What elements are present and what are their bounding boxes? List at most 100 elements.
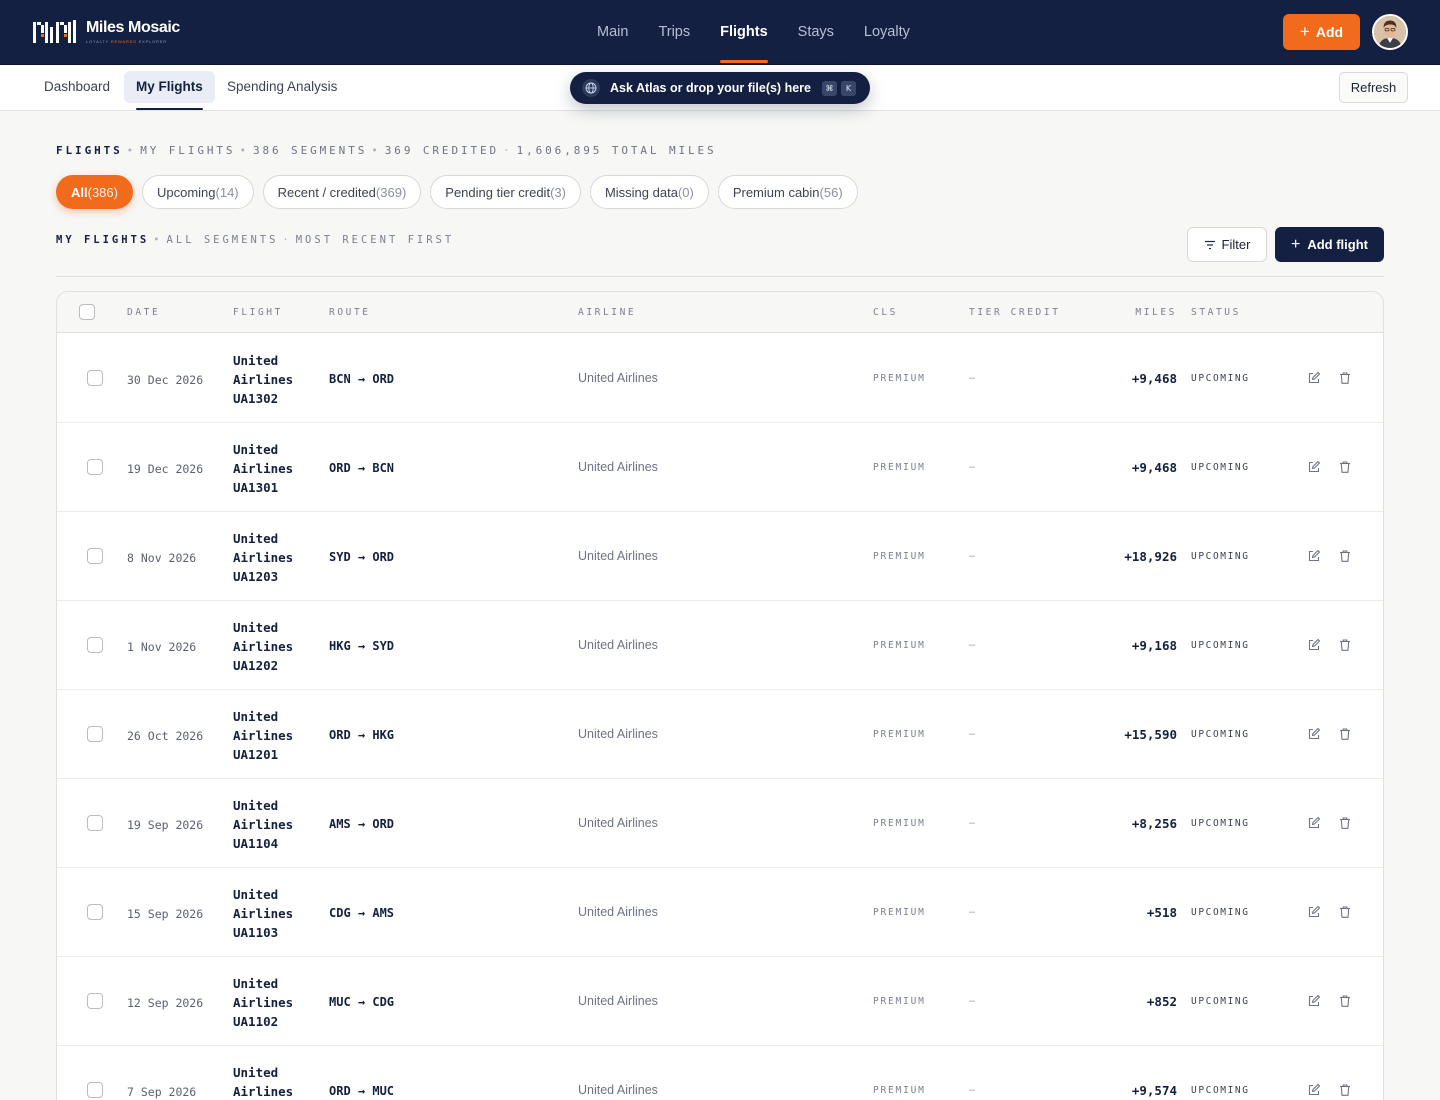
chip-missing-data[interactable]: Missing data (0) — [589, 175, 709, 209]
row-checkbox[interactable] — [87, 1082, 103, 1098]
trash-icon[interactable] — [1338, 460, 1354, 476]
table-row[interactable]: 8 Nov 2026 United Airlines UA1203 SYD → … — [57, 512, 1383, 601]
edit-icon[interactable] — [1307, 994, 1323, 1010]
trash-icon[interactable] — [1338, 816, 1354, 832]
row-checkbox[interactable] — [87, 815, 103, 831]
flights-table: DATE FLIGHT ROUTE AIRLINE CLS TIER CREDI… — [56, 291, 1384, 1100]
table-row[interactable]: 19 Sep 2026 United Airlines UA1104 AMS →… — [57, 779, 1383, 868]
row-flight: United Airlines UA1101 — [233, 1065, 294, 1099]
brand-tagline: LOYALTY REWARDS EXPLORER — [86, 39, 167, 44]
edit-icon[interactable] — [1307, 549, 1323, 565]
chip-upcoming[interactable]: Upcoming (14) — [141, 175, 254, 209]
summary-total-miles: 1,606,895 TOTAL MILES — [516, 144, 717, 157]
row-cabin-class: PREMIUM — [873, 640, 926, 651]
edit-icon[interactable] — [1307, 1083, 1323, 1099]
add-flight-button[interactable]: + Add flight — [1275, 227, 1384, 262]
row-status: UPCOMING — [1191, 462, 1250, 473]
row-date: 26 Oct 2026 — [127, 729, 204, 743]
table-row[interactable]: 7 Sep 2026 United Airlines UA1101 ORD → … — [57, 1046, 1383, 1100]
filter-button[interactable]: Filter — [1187, 227, 1267, 262]
table-row[interactable]: 12 Sep 2026 United Airlines UA1102 MUC →… — [57, 957, 1383, 1046]
tab-dashboard[interactable]: Dashboard — [32, 71, 122, 103]
row-status: UPCOMING — [1191, 373, 1250, 384]
nav-trips[interactable]: Trips — [643, 0, 705, 64]
edit-icon[interactable] — [1307, 816, 1323, 832]
row-checkbox[interactable] — [87, 993, 103, 1009]
row-cabin-class: PREMIUM — [873, 373, 926, 384]
col-airline[interactable]: AIRLINE — [578, 307, 636, 318]
row-checkbox[interactable] — [87, 370, 103, 386]
ask-atlas-bar[interactable]: Ask Atlas or drop your file(s) here ⌘ K — [570, 72, 870, 104]
command-key-icon: ⌘ — [821, 80, 837, 96]
col-tier-credit[interactable]: TIER CREDIT — [969, 307, 1061, 318]
tab-spending-analysis[interactable]: Spending Analysis — [215, 71, 349, 103]
nav-flights[interactable]: Flights — [705, 0, 783, 64]
trash-icon[interactable] — [1338, 371, 1354, 387]
row-route: BCN → ORD — [329, 372, 395, 386]
edit-icon[interactable] — [1307, 638, 1323, 654]
row-cabin-class: PREMIUM — [873, 818, 926, 829]
add-button[interactable]: + Add — [1283, 14, 1360, 50]
row-miles: +9,468 — [1131, 371, 1177, 386]
table-row[interactable]: 30 Dec 2026 United Airlines UA1302 BCN →… — [57, 334, 1383, 423]
row-tier-credit: – — [969, 372, 976, 384]
trash-icon[interactable] — [1338, 1083, 1354, 1099]
nav-loyalty[interactable]: Loyalty — [849, 0, 925, 64]
edit-icon[interactable] — [1307, 371, 1323, 387]
row-tier-credit: – — [969, 550, 976, 562]
row-checkbox[interactable] — [87, 637, 103, 653]
table-row[interactable]: 1 Nov 2026 United Airlines UA1202 HKG → … — [57, 601, 1383, 690]
row-airline: United Airlines — [578, 460, 658, 474]
row-tier-credit: – — [969, 1084, 976, 1096]
refresh-button[interactable]: Refresh — [1339, 72, 1408, 103]
trash-icon[interactable] — [1338, 638, 1354, 654]
table-row[interactable]: 19 Dec 2026 United Airlines UA1301 ORD →… — [57, 423, 1383, 512]
flights-summary: FLIGHTS • MY FLIGHTS • 386 SEGMENTS • 369 CRED… — [56, 144, 717, 157]
chip-premium-cabin[interactable]: Premium cabin (56) — [717, 175, 858, 209]
table-row[interactable]: 26 Oct 2026 United Airlines UA1201 ORD →… — [57, 690, 1383, 779]
row-checkbox[interactable] — [87, 904, 103, 920]
row-flight: United Airlines UA1202 — [233, 620, 294, 673]
table-row[interactable]: 15 Sep 2026 United Airlines UA1103 CDG →… — [57, 868, 1383, 957]
tab-my-flights[interactable]: My Flights — [124, 71, 215, 110]
col-route[interactable]: ROUTE — [329, 307, 371, 318]
row-miles: +852 — [1146, 994, 1177, 1009]
plus-icon: + — [1299, 22, 1310, 41]
avatar[interactable] — [1372, 14, 1408, 50]
row-status: UPCOMING — [1191, 729, 1250, 740]
trash-icon[interactable] — [1338, 905, 1354, 921]
trash-icon[interactable] — [1338, 549, 1354, 565]
chip-recent-credited[interactable]: Recent / credited (369) — [262, 175, 422, 209]
row-date: 12 Sep 2026 — [127, 996, 204, 1010]
row-checkbox[interactable] — [87, 726, 103, 742]
col-flight[interactable]: FLIGHT — [233, 307, 283, 318]
col-date[interactable]: DATE — [127, 307, 160, 318]
row-airline: United Airlines — [578, 816, 658, 830]
brand-logo[interactable]: Miles Mosaic LOYALTY REWARDS EXPLORER — [32, 16, 180, 48]
row-route: HKG → SYD — [329, 639, 395, 653]
chip-pending-tier-credit[interactable]: Pending tier credit (3) — [430, 175, 581, 209]
trash-icon[interactable] — [1338, 994, 1354, 1010]
row-cabin-class: PREMIUM — [873, 729, 926, 740]
globe-icon — [582, 79, 600, 97]
edit-icon[interactable] — [1307, 460, 1323, 476]
col-cls[interactable]: CLS — [873, 307, 898, 318]
row-status: UPCOMING — [1191, 907, 1250, 918]
nav-main[interactable]: Main — [582, 0, 643, 64]
row-checkbox[interactable] — [87, 548, 103, 564]
nav-stays[interactable]: Stays — [783, 0, 849, 64]
edit-icon[interactable] — [1307, 727, 1323, 743]
row-date: 8 Nov 2026 — [127, 551, 197, 565]
row-tier-credit: – — [969, 906, 976, 918]
brand-name: Miles Mosaic — [86, 19, 180, 36]
plus-icon: + — [1291, 235, 1301, 253]
select-all-checkbox[interactable] — [79, 304, 95, 320]
divider — [56, 276, 1384, 277]
col-miles[interactable]: MILES — [1135, 307, 1177, 318]
filter-icon — [1204, 240, 1215, 249]
trash-icon[interactable] — [1338, 727, 1354, 743]
chip-all[interactable]: All (386) — [56, 175, 133, 209]
row-checkbox[interactable] — [87, 459, 103, 475]
edit-icon[interactable] — [1307, 905, 1323, 921]
col-status[interactable]: STATUS — [1191, 307, 1241, 318]
